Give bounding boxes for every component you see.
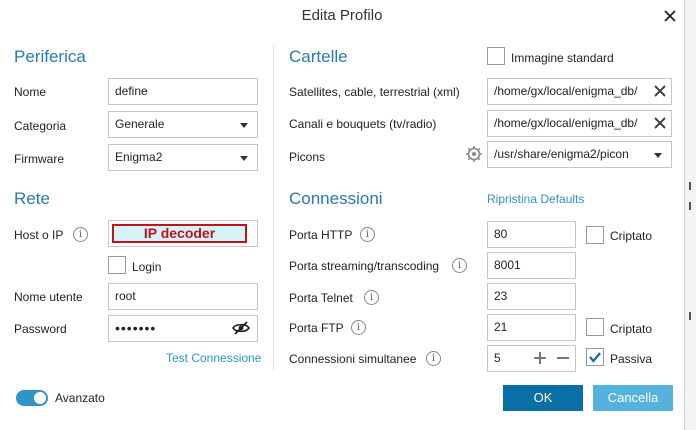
streaming-port-input[interactable]: 8001	[487, 252, 576, 279]
login-checkbox[interactable]	[108, 256, 126, 274]
caret-down-icon	[240, 123, 248, 128]
channels-label: Canali e bouquets (tv/radio)	[289, 117, 437, 131]
caret-down-icon	[654, 153, 662, 158]
firmware-select[interactable]: Enigma2	[108, 144, 258, 171]
background-text-fragment	[689, 182, 691, 190]
info-icon[interactable]: i	[452, 258, 467, 273]
streaming-port-label: Porta streaming/transcoding	[289, 259, 440, 273]
http-encrypted-label: Criptato	[610, 229, 653, 243]
standard-image-checkbox[interactable]	[487, 47, 505, 65]
caret-down-icon	[240, 156, 248, 161]
channels-path-input[interactable]: /home/gx/local/enigma_db/	[487, 110, 672, 137]
ok-button[interactable]: OK	[503, 385, 583, 411]
connections-heading: Connessioni	[289, 189, 383, 208]
device-heading: Periferica	[14, 47, 86, 66]
gear-icon[interactable]	[465, 145, 483, 163]
passive-label: Passiva	[610, 352, 653, 366]
http-port-input[interactable]: 80	[487, 221, 576, 248]
checkmark-icon	[589, 352, 601, 363]
restore-defaults-link[interactable]: Ripristina Defaults	[487, 192, 584, 206]
folders-heading: Cartelle	[289, 47, 348, 66]
cancel-button[interactable]: Cancella	[593, 385, 673, 411]
advanced-toggle[interactable]	[16, 390, 48, 406]
advanced-label: Avanzato	[55, 391, 105, 405]
clear-icon[interactable]	[653, 116, 667, 130]
ftp-encrypted-label: Criptato	[610, 322, 653, 336]
ftp-port-label: Porta FTP	[289, 321, 344, 335]
passive-checkbox[interactable]	[586, 348, 604, 366]
minus-icon[interactable]	[556, 351, 570, 365]
background-text-fragment	[689, 202, 691, 210]
plus-icon[interactable]	[533, 351, 547, 365]
category-select[interactable]: Generale	[108, 111, 258, 138]
close-icon	[664, 10, 676, 22]
info-icon[interactable]: i	[426, 351, 441, 366]
password-label: Password	[14, 322, 67, 336]
ftp-encrypted-checkbox[interactable]	[586, 318, 604, 336]
dialog-title: Edita Profilo	[301, 7, 383, 24]
host-value-highlight: IP decoder	[112, 224, 247, 243]
username-label: Nome utente	[14, 290, 83, 304]
password-value: •••••••	[115, 320, 157, 336]
close-button[interactable]	[660, 6, 680, 26]
host-label: Host o IP	[14, 228, 64, 242]
background-text-fragment	[689, 312, 691, 320]
category-select-value: Generale	[115, 117, 165, 131]
column-divider	[273, 44, 274, 370]
network-heading: Rete	[14, 189, 50, 208]
test-connection-link[interactable]: Test Connessione	[166, 351, 261, 365]
ftp-port-input[interactable]: 21	[487, 314, 576, 341]
toggle-knob	[34, 392, 46, 404]
info-icon[interactable]: i	[351, 320, 366, 335]
telnet-port-label: Porta Telnet	[289, 291, 353, 305]
clear-icon[interactable]	[653, 84, 667, 98]
category-label: Categoria	[14, 119, 67, 133]
info-icon[interactable]: i	[360, 227, 375, 242]
satellites-label: Satellites, cable, terrestrial (xml)	[289, 85, 460, 99]
edit-profile-dialog: Edita Profilo Periferica Nome define Cat…	[0, 0, 684, 430]
http-encrypted-checkbox[interactable]	[586, 226, 604, 244]
name-label: Nome	[14, 85, 47, 99]
background-window-strip	[684, 0, 696, 430]
eye-hidden-icon[interactable]	[232, 320, 250, 336]
simultaneous-connections-label: Connessioni simultanee	[289, 352, 417, 366]
info-icon[interactable]: i	[73, 227, 88, 242]
picons-path-select[interactable]: /usr/share/enigma2/picon	[487, 141, 672, 168]
name-input[interactable]: define	[108, 78, 258, 105]
firmware-select-value: Enigma2	[115, 150, 163, 164]
firmware-label: Firmware	[14, 152, 64, 166]
simultaneous-connections-value: 5	[494, 351, 501, 365]
telnet-port-input[interactable]: 23	[487, 283, 576, 310]
login-label: Login	[132, 260, 162, 274]
picons-path-value: /usr/share/enigma2/picon	[494, 147, 629, 161]
picons-label: Picons	[289, 150, 326, 164]
http-port-label: Porta HTTP	[289, 228, 353, 242]
username-input[interactable]: root	[108, 283, 258, 310]
standard-image-label: Immagine standard	[511, 51, 614, 65]
satellites-path-input[interactable]: /home/gx/local/enigma_db/	[487, 78, 672, 105]
info-icon[interactable]: i	[364, 290, 379, 305]
